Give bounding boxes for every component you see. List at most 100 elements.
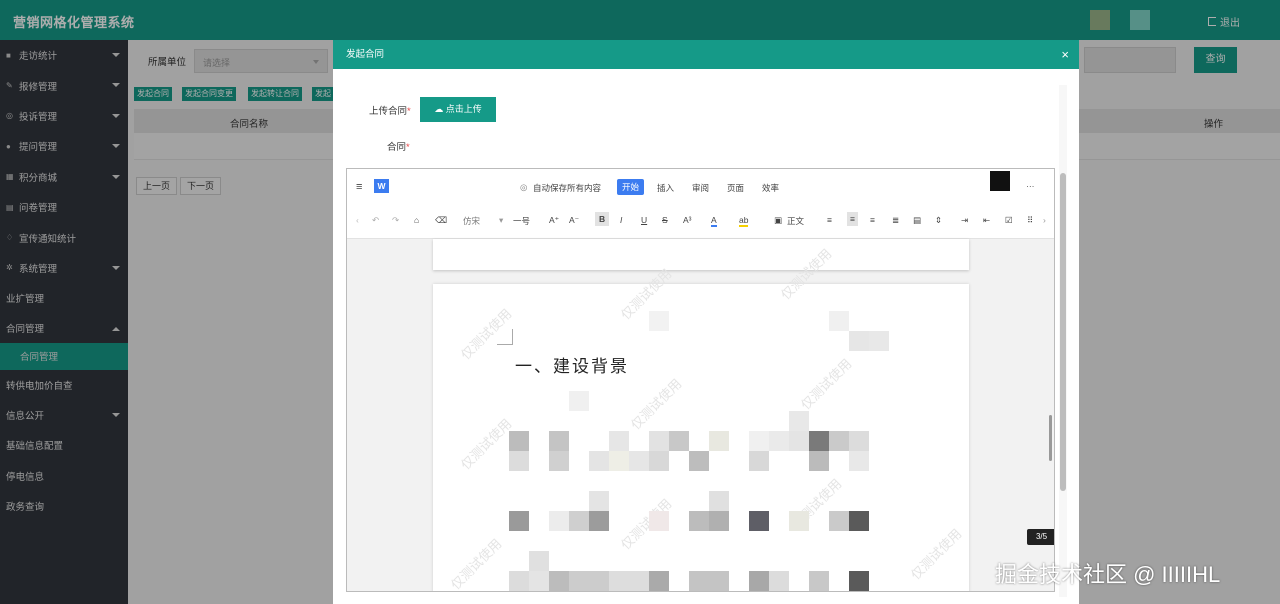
upload-button[interactable]: ☁ 点击上传 (420, 97, 496, 122)
redacted-block (689, 451, 709, 471)
redacted-block (829, 311, 849, 331)
close-icon[interactable]: × (1061, 40, 1069, 69)
redacted-block (849, 451, 869, 471)
font-size-select[interactable]: 一号 (513, 215, 530, 227)
redacted-block (709, 431, 729, 451)
redacted-block (649, 311, 669, 331)
footer-watermark: 掘金技术社区 @ IIIIIHL (995, 562, 1221, 587)
redo-icon[interactable]: ↷ (392, 215, 399, 226)
redacted-block (829, 511, 849, 531)
redacted-block (529, 571, 549, 591)
redacted-block (589, 491, 609, 511)
page-indicator: 3/5 (1027, 529, 1054, 545)
avatar[interactable] (990, 171, 1010, 191)
redacted-block (589, 571, 609, 591)
font-shrink-icon[interactable]: A⁻ (569, 215, 579, 226)
redacted-block (509, 451, 529, 471)
redacted-block (749, 431, 769, 451)
upload-label: 上传合同* (369, 103, 411, 117)
redacted-block (769, 431, 789, 451)
redacted-block (649, 451, 669, 471)
previous-page (433, 239, 969, 270)
redacted-block (749, 451, 769, 471)
redacted-block (569, 511, 589, 531)
undo-icon[interactable]: ↶ (372, 215, 379, 226)
redacted-block (789, 431, 809, 451)
paragraph-style-icon[interactable]: ▣ (774, 215, 782, 226)
more-button[interactable]: ··· (1026, 181, 1035, 191)
format-painter-icon[interactable]: ⌂ (414, 215, 419, 225)
watermark-text: 仅测试使用 (627, 375, 685, 433)
redacted-block (769, 571, 789, 591)
watermark-text: 仅测试使用 (457, 415, 515, 473)
redacted-block (509, 431, 529, 451)
dialog-header: 发起合同 × (333, 40, 1079, 69)
dialog-title: 发起合同 (346, 49, 385, 60)
dialog-scrollbar[interactable] (1059, 85, 1067, 597)
redacted-block (849, 431, 869, 451)
document-editor[interactable]: ≡ W ◎ 自动保存所有内容 开始 插入 审阅 页面 效率 ··· ‹ ↶ ↷ … (346, 168, 1055, 592)
font-color-icon[interactable]: A (711, 215, 717, 227)
tab-review[interactable]: 审阅 (692, 182, 709, 194)
align-right-icon[interactable]: ≡ (870, 215, 875, 225)
redacted-block (789, 411, 809, 431)
redacted-block (549, 571, 569, 591)
tab-start[interactable]: 开始 (617, 179, 645, 195)
redacted-block (709, 491, 729, 511)
align-left-icon[interactable]: ≡ (827, 215, 832, 225)
highlight-icon[interactable]: ab (739, 215, 749, 227)
indent-icon[interactable]: ⇥ (961, 215, 968, 226)
cloud-upload-icon: ☁ (434, 104, 444, 114)
redacted-block (689, 511, 709, 531)
required-mark: * (407, 106, 411, 117)
strikethrough-icon[interactable]: S (662, 215, 668, 225)
checkbox-icon[interactable]: ☑ (1005, 215, 1013, 226)
watermark-text: 仅测试使用 (907, 525, 965, 583)
tab-page[interactable]: 页面 (727, 182, 744, 194)
eraser-icon[interactable]: ⌫ (435, 215, 447, 226)
paragraph-style-select[interactable]: 正文 (787, 215, 804, 227)
redacted-block (609, 431, 629, 451)
redacted-block (669, 431, 689, 451)
upload-label-text: 上传合同 (369, 106, 408, 117)
redacted-block (749, 571, 769, 591)
redacted-block (609, 571, 629, 591)
editor-scrollbar[interactable] (1049, 415, 1052, 461)
underline-icon[interactable]: U (641, 215, 647, 225)
redacted-block (569, 571, 589, 591)
redacted-block (749, 511, 769, 531)
menu-icon[interactable]: ≡ (356, 181, 362, 193)
redacted-block (589, 511, 609, 531)
font-family-select[interactable]: 仿宋 (463, 215, 480, 227)
justify-icon[interactable]: ≣ (892, 215, 899, 226)
redacted-block (629, 451, 649, 471)
drag-handle-icon[interactable]: ⠿ (1027, 215, 1033, 226)
redacted-block (849, 571, 869, 591)
font-grow-icon[interactable]: A⁺ (549, 215, 559, 226)
superscript-icon[interactable]: A³ (683, 215, 692, 225)
redacted-block (569, 391, 589, 411)
bold-icon[interactable]: B (595, 212, 610, 226)
redacted-block (649, 511, 669, 531)
contract-label: 合同* (387, 139, 410, 153)
outdent-icon[interactable]: ⇤ (983, 215, 990, 226)
chevron-left-icon[interactable]: ‹ (356, 215, 359, 225)
redacted-block (849, 511, 869, 531)
distributed-icon[interactable]: ▤ (913, 215, 921, 226)
chevron-right-icon[interactable]: › (1043, 215, 1046, 225)
redacted-block (789, 511, 809, 531)
italic-icon[interactable]: I (620, 215, 622, 225)
align-center-icon[interactable]: ≡ (847, 212, 858, 226)
tab-insert[interactable]: 插入 (657, 182, 674, 194)
required-mark: * (406, 142, 410, 153)
line-spacing-icon[interactable]: ⇕ (935, 215, 942, 226)
contract-label-text: 合同 (387, 142, 407, 153)
tab-efficiency[interactable]: 效率 (762, 182, 779, 194)
scrollbar-thumb[interactable] (1060, 173, 1066, 491)
editor-menu-bar: ≡ W ◎ 自动保存所有内容 开始 插入 审阅 页面 效率 ··· (347, 169, 1054, 205)
redacted-block (689, 571, 709, 591)
redacted-block (829, 431, 849, 451)
redacted-block (589, 451, 609, 471)
chevron-down-icon: ▾ (499, 215, 504, 225)
redacted-block (809, 451, 829, 471)
